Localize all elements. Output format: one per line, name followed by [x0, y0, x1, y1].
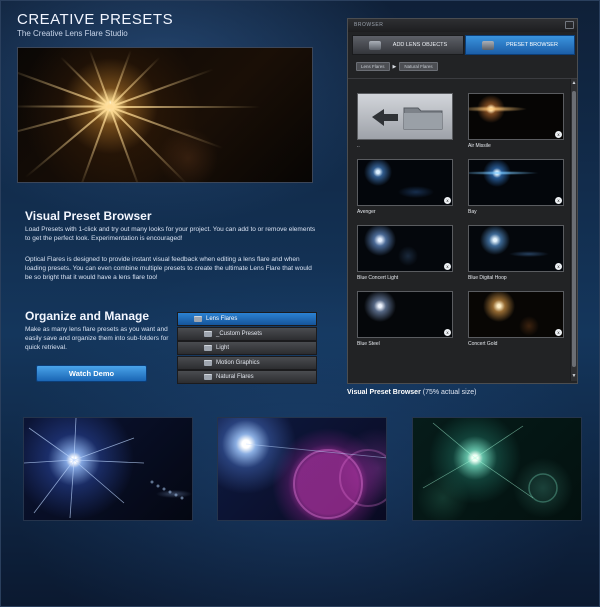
- preset-thumbnail: x: [468, 225, 564, 272]
- preset-thumbnail: x: [468, 291, 564, 338]
- preset-browser-panel: BROWSER ADD LENS OBJECTS PRESET BROWSER …: [347, 18, 578, 384]
- scroll-down-icon[interactable]: ▼: [571, 373, 577, 380]
- folder-icon: [204, 359, 212, 366]
- preset-thumbnail: x: [357, 291, 453, 338]
- section-browser-text-1: Load Presets with 1-click and try out ma…: [25, 226, 316, 242]
- remove-preset-icon[interactable]: x: [555, 197, 562, 204]
- folder-up-thumbnail: [357, 93, 453, 140]
- flare-rings: [245, 443, 386, 519]
- breadcrumb-item[interactable]: Natural Flares: [399, 62, 438, 71]
- browser-window-icon[interactable]: [565, 21, 574, 29]
- preset-scrollbar[interactable]: ▲ ▼: [570, 79, 577, 381]
- gallery-image-blue-star: [23, 417, 193, 521]
- folder-item-lens-flares[interactable]: Lens Flares: [177, 312, 317, 326]
- remove-preset-icon[interactable]: x: [555, 263, 562, 270]
- preset-label: Avenger: [357, 209, 376, 215]
- folder-icon: [204, 374, 212, 380]
- remove-preset-icon[interactable]: x: [555, 329, 562, 336]
- tab-label: ADD LENS OBJECTS: [392, 42, 448, 48]
- preset-label: ..: [357, 143, 360, 149]
- gallery-image-pink-rings: [217, 417, 387, 521]
- preset-label: Blue Steel: [357, 341, 380, 347]
- preset-icon: [482, 40, 495, 50]
- tab-label: PRESET BROWSER: [506, 42, 558, 48]
- breadcrumb: Lens Flares ▶ Natural Flares: [356, 61, 438, 72]
- folder-label: Lens Flares: [206, 316, 238, 322]
- back-arrow-folder-icon: [372, 107, 443, 130]
- folder-item-natural-flares[interactable]: Natural Flares: [177, 370, 317, 384]
- page: CREATIVE PRESETS The Creative Lens Flare…: [0, 0, 600, 607]
- folder-label: Light: [216, 345, 230, 351]
- remove-preset-icon[interactable]: x: [555, 131, 562, 138]
- preset-tile[interactable]: x Blue Digital Hoop: [468, 225, 564, 285]
- preset-tile[interactable]: x Air Missile: [468, 93, 564, 153]
- tab-preset-browser[interactable]: PRESET BROWSER: [465, 35, 575, 55]
- breadcrumb-item[interactable]: Lens Flares: [356, 62, 390, 71]
- section-heading-browser: Visual Preset Browser: [25, 209, 152, 223]
- folder-label: Motion Graphics: [216, 359, 260, 366]
- section-browser-text-2: Optical Flares is designed to provide in…: [25, 256, 312, 281]
- gallery-image-green-flare: [412, 417, 582, 521]
- preset-thumbnail: x: [468, 93, 564, 140]
- folder-icon: [194, 316, 202, 322]
- folder-label: _Custom Presets: [216, 330, 263, 337]
- preset-label: Air Missile: [468, 143, 491, 149]
- folder-item-light[interactable]: Light: [177, 341, 317, 355]
- chevron-right-icon: ▶: [392, 63, 397, 70]
- preset-thumbnail: x: [357, 159, 453, 206]
- preset-tile[interactable]: x Bay: [468, 159, 564, 219]
- folder-list: Lens Flares _Custom Presets Light Motion…: [177, 312, 317, 385]
- scroll-up-icon[interactable]: ▲: [571, 80, 577, 87]
- remove-preset-icon[interactable]: x: [444, 329, 451, 336]
- preset-tile[interactable]: x Blue Concert Light: [357, 225, 453, 285]
- preset-tile-back[interactable]: ..: [357, 93, 453, 153]
- preset-label: Concert Gold: [468, 341, 498, 347]
- preset-label: Blue Digital Hoop: [468, 275, 507, 281]
- folder-label: Natural Flares: [216, 374, 254, 380]
- hero-flare-image: [17, 47, 313, 183]
- preset-tile[interactable]: x Avenger: [357, 159, 453, 219]
- folder-item-custom-presets[interactable]: _Custom Presets: [177, 326, 317, 341]
- page-title: CREATIVE PRESETS: [17, 11, 174, 28]
- preset-thumbnail: x: [468, 159, 564, 206]
- preset-label: Bay: [468, 209, 477, 215]
- preset-label: Blue Concert Light: [357, 275, 399, 281]
- folder-icon: [204, 330, 212, 337]
- section-organize-text: Make as many lens flare presets as you w…: [25, 326, 169, 351]
- browser-caption: Visual Preset Browser (75% actual size): [347, 389, 476, 396]
- folder-item-motion-graphics[interactable]: Motion Graphics: [177, 355, 317, 370]
- remove-preset-icon[interactable]: x: [444, 263, 451, 270]
- flare-rays: [422, 422, 558, 503]
- preset-tile[interactable]: x Concert Gold: [468, 291, 564, 351]
- scrollbar-thumb[interactable]: [572, 91, 576, 367]
- caption-rest: (75% actual size): [420, 389, 477, 396]
- caption-bold: Visual Preset Browser: [347, 389, 421, 396]
- section-heading-organize: Organize and Manage: [25, 309, 150, 323]
- preset-thumbnail: x: [357, 225, 453, 272]
- lens-object-icon: [368, 40, 381, 50]
- divider: [348, 78, 577, 79]
- remove-preset-icon[interactable]: x: [444, 197, 451, 204]
- page-subtitle: The Creative Lens Flare Studio: [17, 29, 128, 38]
- preset-tile[interactable]: x Blue Steel: [357, 291, 453, 351]
- watch-demo-button[interactable]: Watch Demo: [36, 365, 147, 382]
- tab-add-lens-objects[interactable]: ADD LENS OBJECTS: [352, 35, 464, 55]
- folder-icon: [204, 345, 212, 351]
- browser-title: BROWSER: [348, 19, 577, 32]
- flare-rays: [24, 418, 184, 519]
